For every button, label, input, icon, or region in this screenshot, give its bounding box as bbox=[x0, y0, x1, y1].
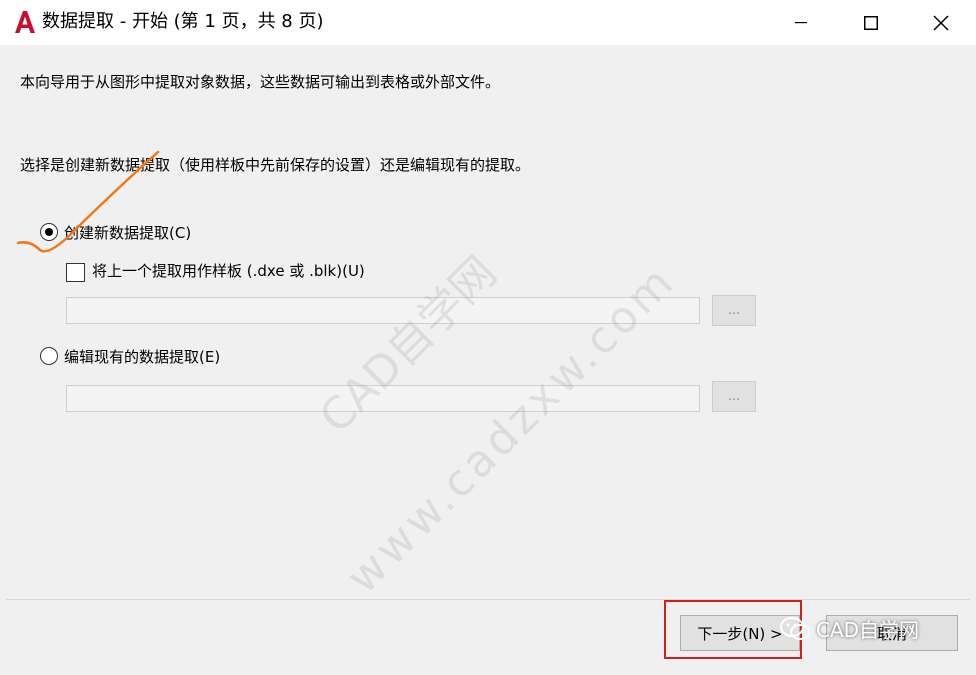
radio-selected-dot bbox=[45, 228, 53, 236]
wizard-body: 本向导用于从图形中提取对象数据，这些数据可输出到表格或外部文件。 选择是创建新数… bbox=[6, 45, 970, 669]
badge-text: CAD自学网 bbox=[816, 618, 920, 642]
create-new-label[interactable]: 创建新数据提取(C) bbox=[64, 223, 191, 243]
existing-browse-button[interactable]: ... bbox=[712, 381, 756, 412]
use-template-label[interactable]: 将上一个提取用作样板 (.dxe 或 .blk)(U) bbox=[92, 261, 365, 281]
maximize-button[interactable] bbox=[836, 0, 906, 45]
window-title: 数据提取 - 开始 (第 1 页，共 8 页) bbox=[42, 11, 324, 32]
wechat-icon bbox=[780, 616, 810, 640]
close-button[interactable] bbox=[906, 0, 976, 45]
template-path-field[interactable] bbox=[66, 297, 700, 324]
autocad-a-icon bbox=[14, 10, 36, 34]
title-bar: 数据提取 - 开始 (第 1 页，共 8 页) bbox=[0, 0, 976, 45]
use-template-checkbox[interactable] bbox=[66, 263, 85, 282]
wizard-instruction: 选择是创建新数据提取（使用样板中先前保存的设置）还是编辑现有的提取。 bbox=[20, 156, 531, 174]
template-browse-button[interactable]: ... bbox=[712, 295, 756, 326]
edit-existing-radio[interactable] bbox=[40, 347, 58, 365]
edit-existing-label[interactable]: 编辑现有的数据提取(E) bbox=[64, 347, 220, 367]
existing-path-field[interactable] bbox=[66, 385, 700, 412]
wechat-badge: CAD自学网 bbox=[780, 614, 919, 643]
wizard-description: 本向导用于从图形中提取对象数据，这些数据可输出到表格或外部文件。 bbox=[20, 73, 501, 91]
footer-separator bbox=[6, 599, 970, 600]
create-new-radio[interactable] bbox=[40, 223, 58, 241]
minimize-button[interactable] bbox=[766, 0, 836, 45]
